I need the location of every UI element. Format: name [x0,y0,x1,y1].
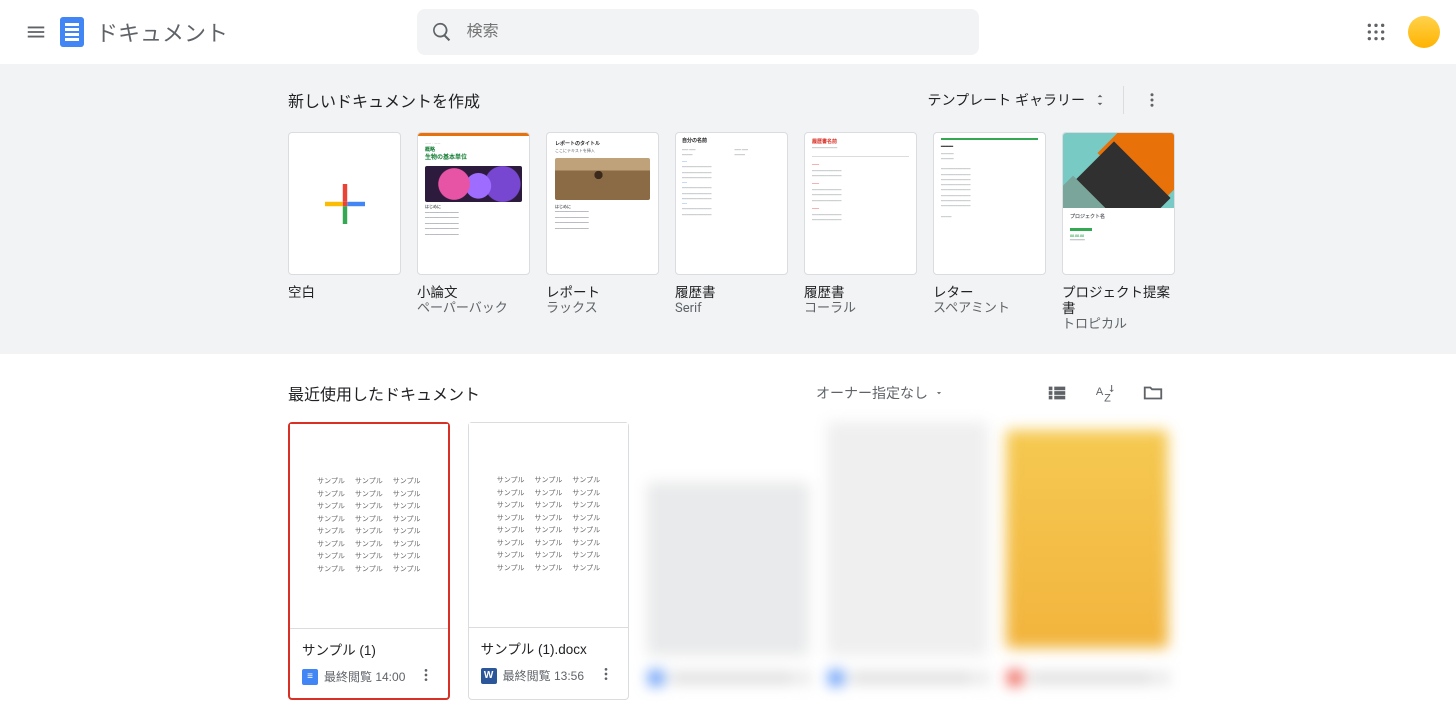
search-input[interactable] [467,23,965,41]
unfold-icon [1093,91,1107,109]
plus-icon [325,184,365,224]
hamburger-icon [25,21,47,43]
svg-text:Z: Z [1104,393,1111,405]
document-more-button[interactable] [416,665,436,688]
templates-heading: 新しいドキュメントを作成 [288,88,480,112]
svg-text:A: A [1096,386,1104,398]
template-subtitle: トロピカル [1062,317,1175,334]
template-title: 空白 [288,285,401,301]
owner-filter-button[interactable]: オーナー指定なし [816,383,944,403]
template-subtitle: ラックス [546,301,659,318]
document-name: サンプル (1).docx [481,638,617,658]
template-gallery-strip: 新しいドキュメントを作成 テンプレート ギャラリー 空白 [0,64,1456,354]
template-resume-serif[interactable]: 自分の名前 ━━━ ━━━━━━━━━━━ ━━━━━━━━ ──━━━━━━━… [675,132,788,334]
folder-icon [1142,382,1164,404]
dropdown-icon [934,388,944,398]
more-vert-icon [598,666,614,682]
search-icon [431,21,453,43]
sort-az-icon: AZ [1094,382,1116,404]
google-apps-button[interactable] [1356,12,1396,52]
template-report[interactable]: レポートのタイトル ここにテキストを挿入 はじめに ━━━━━━━━━━━━━━… [546,132,659,334]
document-time: 最終閲覧 13:56 [503,667,591,684]
owner-filter-label: オーナー指定なし [816,383,928,403]
list-view-button[interactable] [1042,378,1072,408]
more-vert-icon [418,667,434,683]
recent-documents-section: 最近使用したドキュメント オーナー指定なし AZ サンプルサンプルサンプルサンプ… [288,378,1168,700]
document-name: サンプル (1) [302,639,436,659]
document-preview: サンプルサンプルサンプルサンプルサンプルサンプルサンプルサンプルサンプルサンプル… [469,423,629,627]
document-card[interactable]: サンプルサンプルサンプルサンプルサンプルサンプルサンプルサンプルサンプルサンプル… [468,422,630,700]
search-bar[interactable] [417,9,979,55]
template-proposal[interactable]: プロジェクト名 00.00.00 ━━━━━━━ プロジェクト提案書 トロピカル [1062,132,1175,334]
app-header: ドキュメント [0,0,1456,64]
docs-logo-icon [60,17,84,47]
gallery-button-label: テンプレート ギャラリー [928,90,1085,110]
template-title: 履歴書 [804,285,917,301]
docs-logo[interactable]: ドキュメント [60,16,228,48]
template-title: 小論文 [417,285,530,301]
open-picker-button[interactable] [1138,378,1168,408]
app-name: ドキュメント [96,16,228,48]
template-blank[interactable]: 空白 [288,132,401,334]
template-subtitle: Serif [675,301,788,318]
list-icon [1046,382,1068,404]
recent-heading: 最近使用したドキュメント [288,381,480,405]
template-gallery-button[interactable]: テンプレート ギャラリー [924,84,1111,116]
template-essay[interactable]: —— · —— 概略 生物の基本単位 はじめに ━━━━━━━━━━━━━━━━… [417,132,530,334]
template-resume-coral[interactable]: 履歴書名前 ━━━━━━━━━━━━ ──━━━━━━━━━━━━━━━━━━━… [804,132,917,334]
word-file-icon: W [481,668,497,684]
template-title: レター [933,285,1046,301]
document-more-button[interactable] [596,664,616,687]
templates-more-button[interactable] [1136,84,1168,116]
template-subtitle: スペアミント [933,301,1046,318]
document-preview: サンプルサンプルサンプルサンプルサンプルサンプルサンプルサンプルサンプルサンプル… [290,424,448,628]
more-vert-icon [1143,91,1161,109]
template-title: 履歴書 [675,285,788,301]
document-time: 最終閲覧 14:00 [324,668,410,685]
sort-button[interactable]: AZ [1090,378,1120,408]
apps-grid-icon [1366,22,1386,42]
account-avatar[interactable] [1408,16,1440,48]
docs-file-icon: ≡ [302,669,318,685]
main-menu-button[interactable] [16,12,56,52]
template-subtitle: ペーパーバック [417,301,530,318]
template-title: レポート [546,285,659,301]
blurred-document [827,422,989,700]
blurred-document [647,422,809,700]
template-title: プロジェクト提案書 [1062,285,1175,317]
template-subtitle: コーラル [804,301,917,318]
separator [1123,86,1124,114]
blurred-document [1006,422,1168,700]
document-card[interactable]: サンプルサンプルサンプルサンプルサンプルサンプルサンプルサンプルサンプルサンプル… [288,422,450,700]
template-letter[interactable]: ━━━━━━━━━━━━━━━━ ━━━━━━━━━━━━━━━━━━━━━━━… [933,132,1046,334]
